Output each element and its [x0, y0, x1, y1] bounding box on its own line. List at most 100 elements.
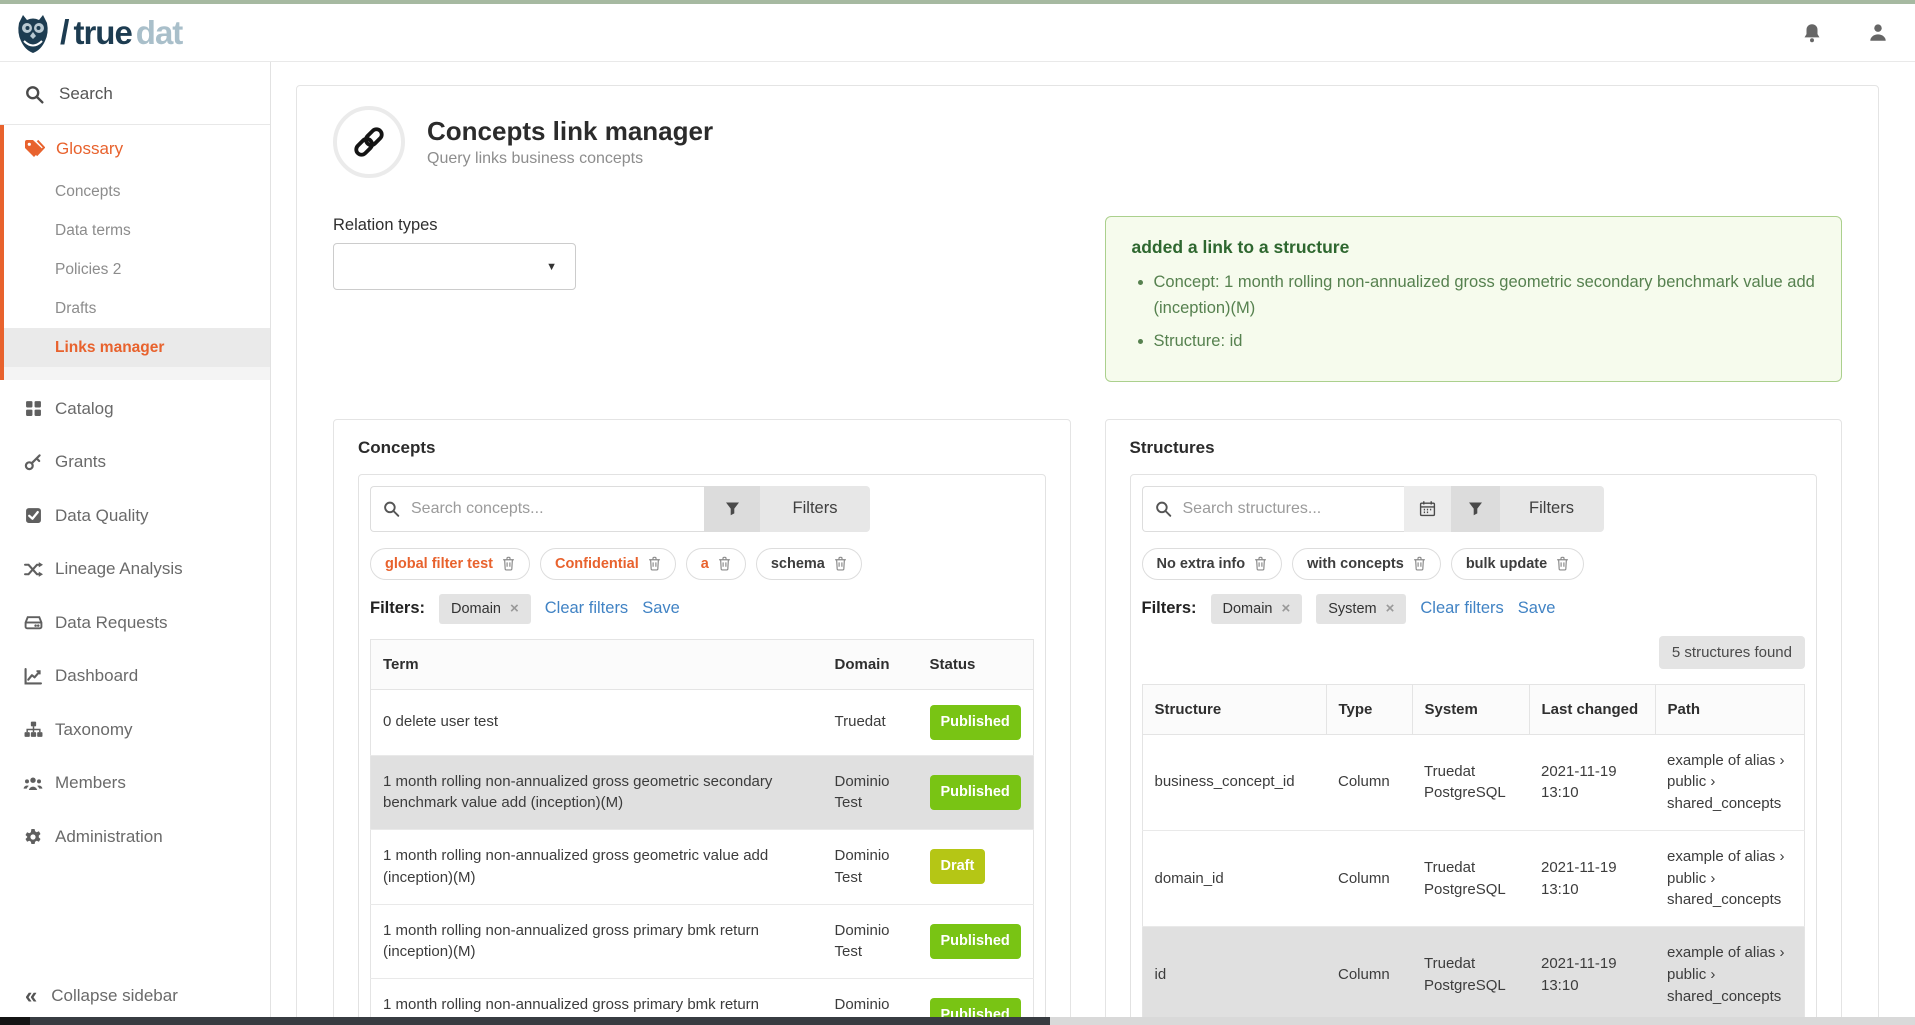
calendar-icon [1419, 500, 1436, 517]
bell-icon[interactable] [1801, 22, 1823, 44]
filter-chip[interactable]: No extra info [1142, 548, 1283, 580]
concepts-table: Term Domain Status 0 delete user test Tr… [370, 639, 1034, 1025]
structures-filter-icon-button[interactable] [1451, 486, 1500, 532]
table-row[interactable]: domain_id Column Truedat PostgreSQL 2021… [1142, 830, 1805, 926]
sidebar-item-taxonomy[interactable]: Taxonomy [0, 703, 270, 757]
sidebar-glossary-label: Glossary [56, 139, 123, 159]
table-row[interactable]: 1 month rolling non-annualized gross geo… [371, 755, 1034, 830]
grid-icon [23, 400, 43, 417]
sidebar-item-data-quality[interactable]: Data Quality [0, 489, 270, 543]
column-header[interactable]: Domain [823, 639, 918, 689]
sitemap-icon [23, 721, 43, 738]
chain-link-icon [333, 106, 405, 178]
structures-filters-button[interactable]: Filters [1500, 486, 1604, 532]
horizontal-scrollbar[interactable] [0, 1017, 1915, 1025]
sidebar-item-search[interactable]: Search [0, 70, 270, 118]
concepts-panel-box: Filters global filter test Confidential [358, 474, 1046, 1025]
trash-icon[interactable] [502, 556, 515, 571]
table-row[interactable]: 0 delete user test Truedat Published [371, 689, 1034, 755]
check-square-icon [23, 507, 43, 524]
structures-search-input[interactable] [1142, 486, 1404, 532]
table-row[interactable]: id Column Truedat PostgreSQL 2021-11-19 … [1142, 927, 1805, 1023]
scrollbar-thumb[interactable] [30, 1017, 1050, 1025]
chart-icon [23, 668, 43, 685]
brand-logo[interactable]: / true dat [14, 13, 182, 53]
sidebar-item-data-requests[interactable]: Data Requests [0, 596, 270, 650]
trash-icon[interactable] [1556, 556, 1569, 571]
scrollbar-corner [0, 1017, 30, 1025]
sidebar-item-data-terms[interactable]: Data terms [4, 211, 270, 250]
close-icon[interactable]: × [510, 601, 519, 616]
save-filters-link[interactable]: Save [642, 599, 680, 618]
column-header[interactable]: Term [371, 639, 823, 689]
collapse-sidebar-button[interactable]: « Collapse sidebar [0, 985, 270, 1007]
column-header[interactable]: Type [1326, 684, 1412, 734]
brand-dat: dat [136, 16, 183, 49]
concepts-search-input[interactable] [370, 486, 704, 532]
clear-filters-link[interactable]: Clear filters [1420, 599, 1503, 618]
search-icon [383, 500, 400, 517]
filter-chip[interactable]: global filter test [370, 548, 530, 580]
page-subtitle: Query links business concepts [427, 150, 713, 168]
page-card: Concepts link manager Query links busine… [296, 85, 1879, 1025]
sidebar-nav: Catalog Grants Data Quality [0, 382, 270, 864]
column-header[interactable]: Structure [1142, 684, 1326, 734]
close-icon[interactable]: × [1281, 601, 1290, 616]
structures-active-filters: Filters: Domain × System × Clear filters [1142, 594, 1806, 624]
active-filter-chip[interactable]: Domain × [1211, 594, 1303, 624]
trash-icon[interactable] [648, 556, 661, 571]
double-chevron-left-icon: « [25, 985, 37, 1007]
filter-chip[interactable]: with concepts [1292, 548, 1441, 580]
active-filter-chip[interactable]: System × [1316, 594, 1406, 624]
trash-icon[interactable] [718, 556, 731, 571]
filter-chip[interactable]: a [686, 548, 746, 580]
column-header[interactable]: Last changed [1529, 684, 1655, 734]
filters-label: Filters: [1142, 599, 1197, 618]
sidebar-item-drafts[interactable]: Drafts [4, 289, 270, 328]
structures-chips: No extra info with concepts bulk update [1142, 548, 1806, 580]
trash-icon[interactable] [1413, 556, 1426, 571]
filter-chip[interactable]: bulk update [1451, 548, 1584, 580]
table-header-row: Term Domain Status [371, 639, 1034, 689]
sidebar-item-grants[interactable]: Grants [0, 436, 270, 490]
sidebar-item-members[interactable]: Members [0, 757, 270, 811]
users-icon [23, 775, 43, 791]
clear-filters-link[interactable]: Clear filters [545, 599, 628, 618]
active-filter-chip[interactable]: Domain × [439, 594, 531, 624]
concepts-panel: Concepts [333, 419, 1071, 1025]
column-header[interactable]: System [1412, 684, 1529, 734]
sidebar-item-links-manager[interactable]: Links manager [4, 328, 270, 367]
save-filters-link[interactable]: Save [1518, 599, 1556, 618]
app-window: / true dat Search [0, 0, 1915, 1025]
funnel-icon [724, 501, 741, 517]
column-header[interactable]: Status [918, 639, 1034, 689]
success-alert: added a link to a structure Concept: 1 m… [1105, 216, 1843, 382]
sidebar-item-policies-2[interactable]: Policies 2 [4, 250, 270, 289]
concepts-filter-icon-button[interactable] [704, 486, 760, 532]
table-row[interactable]: business_concept_id Column Truedat Postg… [1142, 734, 1805, 830]
sidebar-item-lineage-analysis[interactable]: Lineage Analysis [0, 543, 270, 597]
gear-icon [23, 828, 43, 846]
concepts-filters-button[interactable]: Filters [760, 486, 870, 532]
owl-icon [14, 13, 52, 53]
shuffle-icon [23, 561, 43, 578]
sidebar-item-glossary[interactable]: Glossary [4, 125, 270, 172]
close-icon[interactable]: × [1386, 601, 1395, 616]
structures-calendar-button[interactable] [1404, 486, 1451, 532]
sidebar-item-administration[interactable]: Administration [0, 810, 270, 864]
trash-icon[interactable] [1254, 556, 1267, 571]
relation-types-select[interactable]: ▼ [333, 243, 576, 290]
structures-panel-title: Structures [1130, 438, 1818, 458]
sidebar-item-dashboard[interactable]: Dashboard [0, 650, 270, 704]
trash-icon[interactable] [834, 556, 847, 571]
user-icon[interactable] [1867, 22, 1889, 44]
table-row[interactable]: 1 month rolling non-annualized gross geo… [371, 830, 1034, 905]
column-header[interactable]: Path [1655, 684, 1805, 734]
filter-chip[interactable]: schema [756, 548, 862, 580]
main-content: Concepts link manager Query links busine… [271, 62, 1915, 1025]
table-row[interactable]: 1 month rolling non-annualized gross pri… [371, 904, 1034, 979]
topbar: / true dat [0, 4, 1915, 62]
filter-chip[interactable]: Confidential [540, 548, 676, 580]
sidebar-item-concepts[interactable]: Concepts [4, 172, 270, 211]
sidebar-item-catalog[interactable]: Catalog [0, 382, 270, 436]
